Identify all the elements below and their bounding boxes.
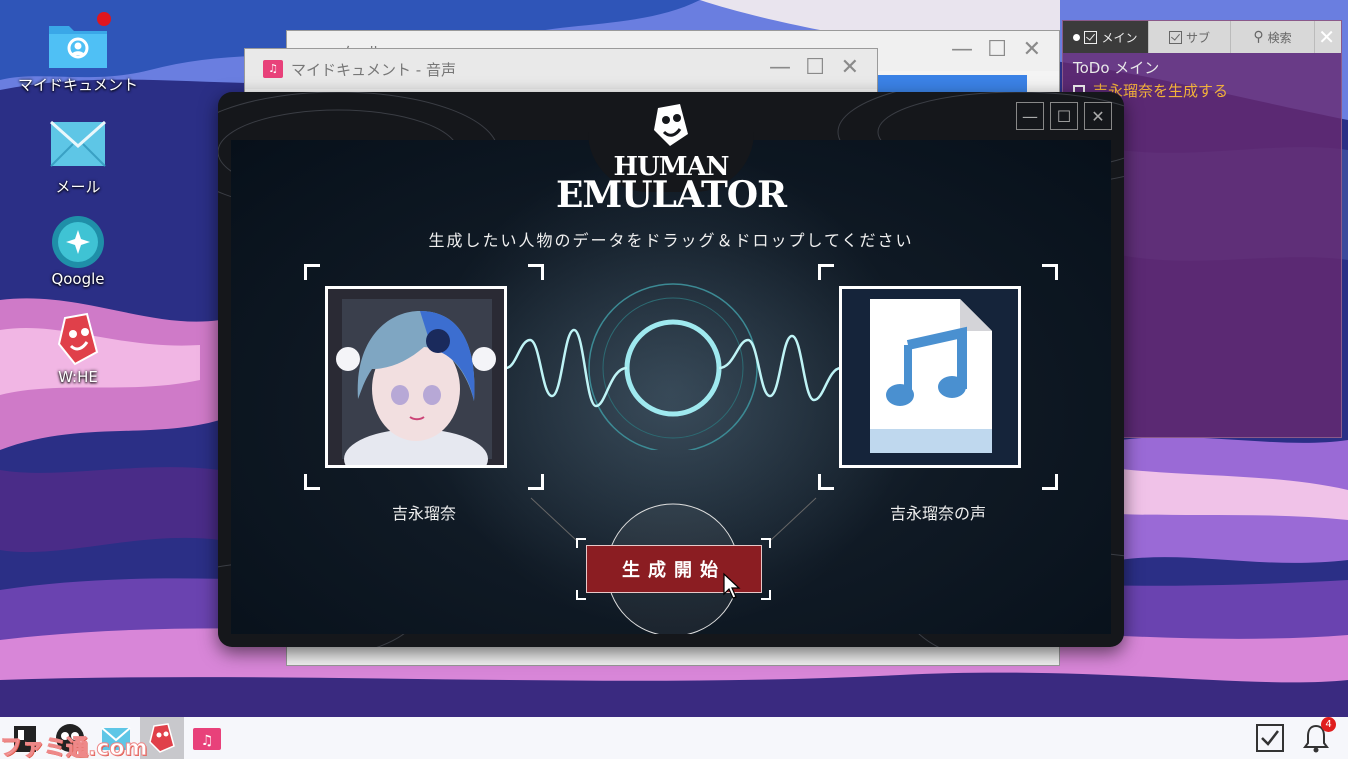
tab-label: メイン [1101,30,1138,45]
desktop-icon-qoogle[interactable]: Qoogle [13,214,143,288]
desktop-icon-label: W:HE [58,368,98,386]
desktop-icon-my-documents[interactable]: マイドキュメント [13,12,143,95]
waveform-visual [506,283,841,450]
minimize-button[interactable]: — [769,57,791,79]
music-file-icon [839,286,1021,468]
person-drop-slot[interactable] [304,264,544,490]
close-button[interactable]: ✕ [1084,102,1112,130]
close-button[interactable]: ✕ [841,57,859,79]
site-watermark: ファミ通.com [0,736,148,759]
desktop-icon-label: Qoogle [51,270,105,288]
minimize-button[interactable]: — [1016,102,1044,130]
svg-text:♫: ♫ [201,733,214,749]
folder-user-icon [47,12,111,70]
search-icon: ⚲ [1253,29,1264,45]
window-title: マイドキュメント - 音声 [291,61,456,79]
todo-title: ToDo メイン [1073,59,1160,77]
human-emulator-window: — ☐ ✕ HUMAN EMULATOR 生成したい人物のデータをドラッグ＆ドロ… [218,92,1124,647]
desktop-icon-label: メール [55,178,101,196]
taskbar: ♫ [0,717,1348,759]
mouse-cursor-icon [723,572,741,599]
person-slot-label: 吉永瑠奈 [391,504,456,523]
maximize-button[interactable]: ☐ [1050,102,1078,130]
logo-line-2: EMULATOR [555,174,787,216]
minimize-button[interactable]: — [951,39,973,61]
checkbox-icon [1084,30,1098,44]
notification-count-badge: 4 [1321,717,1336,732]
mail-icon [47,120,109,172]
tab-sub[interactable]: サブ [1149,21,1231,53]
tab-label: 検索 [1267,30,1292,45]
music-folder-taskbar-icon[interactable]: ♫ [191,722,223,754]
checkbox-icon [1168,30,1182,44]
desktop-icon-mail[interactable]: メール [13,120,143,197]
tab-main[interactable]: メイン [1063,21,1149,53]
music-folder-icon: ♫ [263,60,283,78]
tab-label: サブ [1185,30,1210,45]
character-portrait [325,286,507,468]
window-controls: — ☐ ✕ [1016,102,1112,130]
active-dot-icon [1073,33,1081,41]
instruction-text: 生成したい人物のデータをドラッグ＆ドロップしてください [428,231,914,250]
maximize-button[interactable]: ☐ [987,39,1007,61]
maximize-button[interactable]: ☐ [805,57,825,79]
desktop-icon-whe[interactable]: W:HE [13,312,143,386]
voice-slot-label: 吉永瑠奈の声 [889,504,986,523]
close-button[interactable]: ✕ [1023,39,1041,61]
todo-tabs: メイン サブ ⚲ 検索 [1063,21,1341,53]
whe-app-icon [47,312,109,366]
voice-drop-slot[interactable] [818,264,1058,490]
notification-dot [97,12,111,26]
todo-taskbar-icon[interactable] [1254,722,1286,754]
tab-search[interactable]: ⚲ 検索 [1231,21,1315,53]
close-icon[interactable]: ✕ [1318,25,1335,49]
human-emulator-logo-icon [654,104,688,146]
browser-icon [47,214,109,268]
desktop-icon-label: マイドキュメント [17,76,138,94]
whe-taskbar-icon[interactable] [146,722,178,754]
